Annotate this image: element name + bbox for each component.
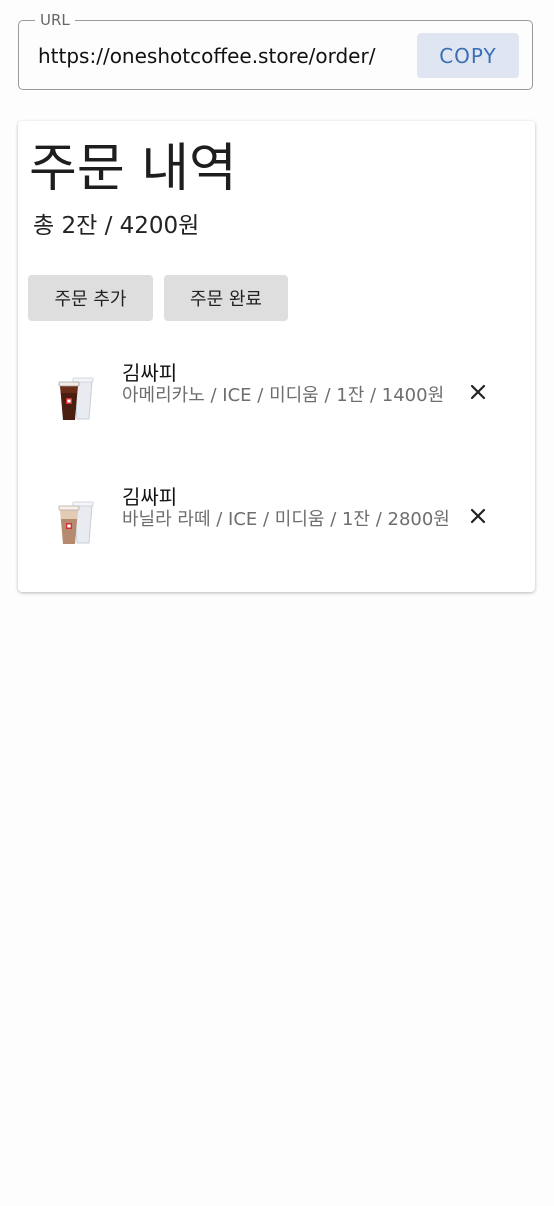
url-input[interactable] [38, 39, 410, 73]
copy-button[interactable]: COPY [417, 33, 519, 78]
add-order-button[interactable]: 주문 추가 [28, 275, 153, 321]
item-customer-name: 김싸피 [122, 485, 178, 509]
iced-americano-icon [58, 377, 94, 420]
item-detail: 바닐라 라떼 / ICE / 미디움 / 1잔 / 2800원 [122, 509, 450, 530]
url-field: URL COPY [18, 11, 533, 90]
order-card: 주문 내역 총 2잔 / 4200원 주문 추가 주문 완료 김싸피 아메리카노… [18, 121, 535, 592]
page-title: 주문 내역 [29, 139, 237, 199]
item-detail: 아메리카노 / ICE / 미디움 / 1잔 / 1400원 [122, 385, 445, 406]
close-icon [470, 384, 486, 400]
close-icon [470, 508, 486, 524]
order-summary: 총 2잔 / 4200원 [33, 213, 200, 239]
complete-order-button[interactable]: 주문 완료 [164, 275, 288, 321]
order-item: 김싸피 바닐라 라떼 / ICE / 미디움 / 1잔 / 2800원 [18, 473, 535, 573]
url-field-label: URL [35, 11, 75, 29]
iced-vanilla-latte-icon [58, 501, 94, 544]
order-item: 김싸피 아메리카노 / ICE / 미디움 / 1잔 / 1400원 [18, 349, 535, 449]
item-customer-name: 김싸피 [122, 361, 178, 385]
remove-item-button[interactable] [465, 379, 491, 405]
remove-item-button[interactable] [465, 503, 491, 529]
